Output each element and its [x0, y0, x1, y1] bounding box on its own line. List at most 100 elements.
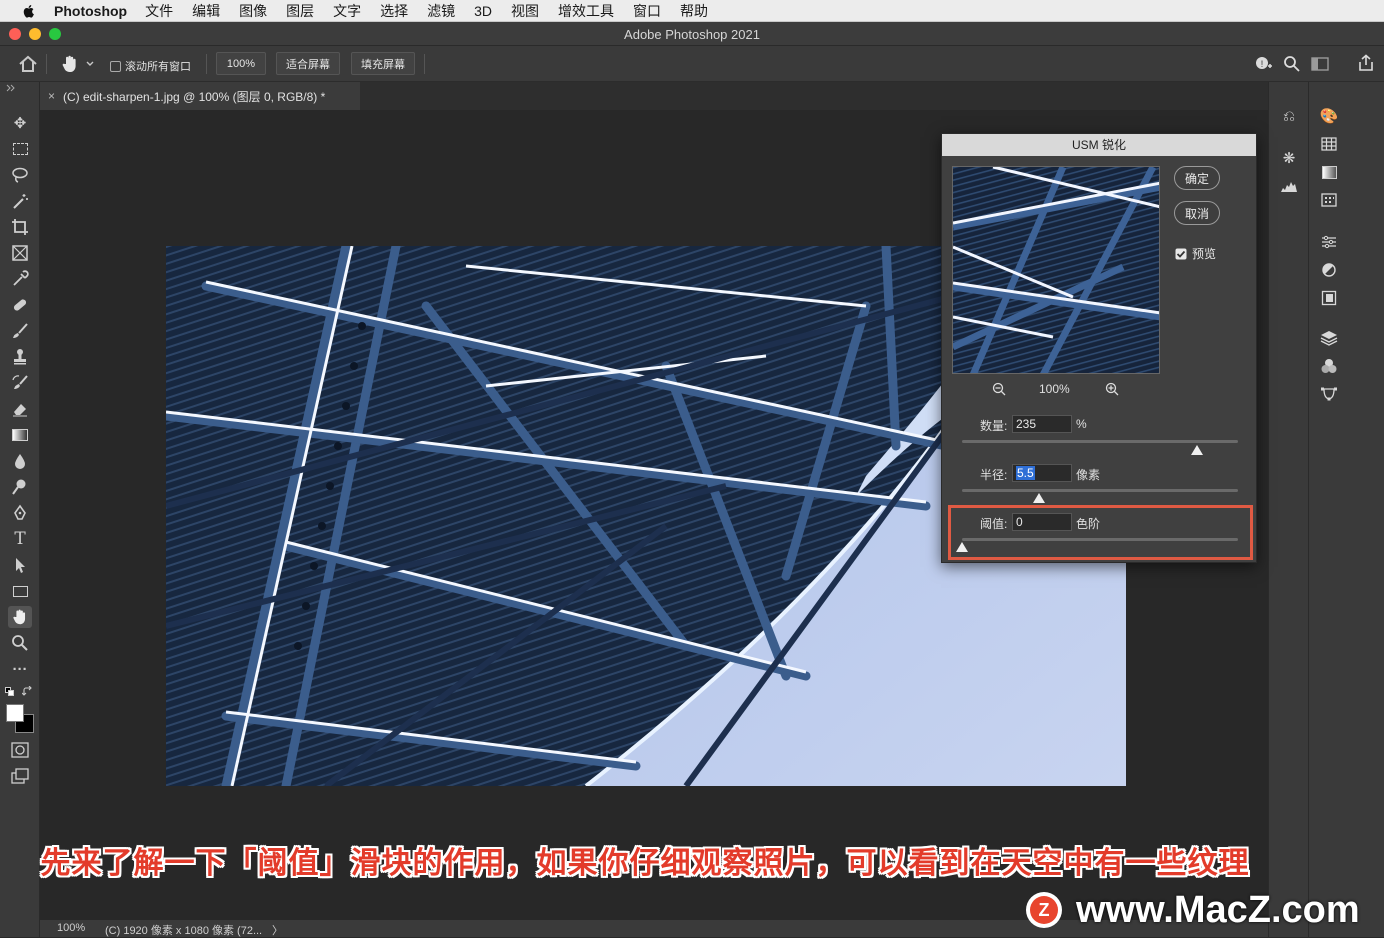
- radius-input-value: 5.5: [1016, 466, 1035, 480]
- scroll-all-windows-checkbox[interactable]: 滚动所有窗口: [110, 58, 191, 74]
- crop-tool-icon[interactable]: [8, 216, 32, 238]
- amount-unit: %: [1076, 417, 1087, 431]
- rectangle-tool-icon[interactable]: [8, 580, 32, 602]
- adjustments-panel-icon[interactable]: [1318, 260, 1340, 280]
- lasso-tool-icon[interactable]: [8, 164, 32, 186]
- menu-filter[interactable]: 滤镜: [427, 1, 455, 21]
- quick-mask-icon[interactable]: [11, 742, 29, 758]
- zoom-out-icon[interactable]: [992, 382, 1006, 396]
- foreground-color-swatch[interactable]: [6, 704, 24, 722]
- brush-settings-icon[interactable]: ❋: [1278, 148, 1300, 168]
- dialog-title: USM 锐化: [942, 134, 1256, 156]
- gradient-tool-icon[interactable]: [8, 424, 32, 446]
- swap-colors-icon[interactable]: [22, 686, 34, 698]
- marquee-tool-icon[interactable]: [8, 138, 32, 160]
- home-icon[interactable]: [18, 55, 38, 73]
- learn-icon[interactable]: !: [1254, 55, 1274, 73]
- amount-input[interactable]: 235: [1012, 415, 1072, 433]
- radius-slider-thumb[interactable]: [1033, 493, 1046, 503]
- menu-layer[interactable]: 图层: [286, 1, 314, 21]
- healing-brush-tool-icon[interactable]: [8, 294, 32, 316]
- amount-slider-track[interactable]: [962, 440, 1238, 443]
- fit-screen-button[interactable]: 适合屏幕: [276, 52, 340, 75]
- workspace-icon[interactable]: [1311, 56, 1331, 72]
- histogram-icon[interactable]: [1278, 176, 1300, 196]
- scroll-all-windows-label: 滚动所有窗口: [125, 61, 191, 73]
- menu-app-name[interactable]: Photoshop: [54, 3, 127, 19]
- menu-plugins[interactable]: 增效工具: [558, 1, 614, 21]
- move-tool-icon[interactable]: ✥: [8, 112, 32, 134]
- eyedropper-tool-icon[interactable]: [8, 268, 32, 290]
- frame-tool-icon[interactable]: [8, 242, 32, 264]
- preview-checkbox[interactable]: 预览: [1175, 245, 1216, 262]
- macz-logo-icon: Z: [1026, 892, 1062, 928]
- properties-panel-icon[interactable]: [1318, 232, 1340, 252]
- document-tab-bar: × (C) edit-sharpen-1.jpg @ 100% (图层 0, R…: [40, 82, 1268, 110]
- radius-label: 半径:: [980, 468, 1008, 482]
- dodge-tool-icon[interactable]: [8, 476, 32, 498]
- layers-panel-icon[interactable]: [1318, 328, 1340, 348]
- search-icon[interactable]: [1283, 55, 1301, 73]
- fill-screen-button[interactable]: 填充屏幕: [351, 52, 415, 75]
- magic-wand-tool-icon[interactable]: [8, 190, 32, 212]
- zoom-in-icon[interactable]: [1105, 382, 1119, 396]
- brush-tool-icon[interactable]: [8, 320, 32, 342]
- blur-tool-icon[interactable]: [8, 450, 32, 472]
- default-colors-icon[interactable]: [5, 687, 15, 697]
- menu-edit[interactable]: 编辑: [192, 1, 220, 21]
- divider: [46, 54, 47, 74]
- status-document-info: (C) 1920 像素 x 1080 像素 (72...: [105, 925, 263, 937]
- document-tab[interactable]: × (C) edit-sharpen-1.jpg @ 100% (图层 0, R…: [40, 82, 360, 110]
- macz-logo-letter: Z: [1030, 896, 1058, 924]
- eraser-tool-icon[interactable]: [8, 398, 32, 420]
- screen-mode-icon[interactable]: [11, 768, 29, 784]
- ok-button[interactable]: 确定: [1174, 166, 1220, 190]
- window-title: Adobe Photoshop 2021: [624, 27, 760, 42]
- divider: [424, 54, 425, 74]
- menu-file[interactable]: 文件: [145, 1, 173, 21]
- more-tools-icon[interactable]: ···: [8, 658, 32, 680]
- status-zoom[interactable]: 100%: [57, 922, 85, 934]
- channels-panel-icon[interactable]: [1318, 356, 1340, 376]
- amount-slider-thumb[interactable]: [1190, 445, 1203, 455]
- zoom-tool-icon[interactable]: [8, 632, 32, 654]
- history-brush-tool-icon[interactable]: [8, 372, 32, 394]
- menu-help[interactable]: 帮助: [680, 1, 708, 21]
- clone-stamp-tool-icon[interactable]: [8, 346, 32, 368]
- zoom-100-button[interactable]: 100%: [216, 52, 266, 75]
- menu-image[interactable]: 图像: [239, 1, 267, 21]
- patterns-panel-icon[interactable]: [1318, 190, 1340, 210]
- libraries-panel-icon[interactable]: [1318, 288, 1340, 308]
- menu-type[interactable]: 文字: [333, 1, 361, 21]
- unsharp-mask-dialog: USM 锐化 确定 取消 预览 100% 数量: 235 % 半径: 5.5 像…: [941, 133, 1257, 563]
- color-panel-icon[interactable]: 🎨: [1318, 106, 1340, 126]
- apple-icon[interactable]: [20, 3, 38, 19]
- status-info-arrow[interactable]: 〉: [272, 922, 283, 938]
- radius-input[interactable]: 5.5: [1012, 464, 1072, 482]
- type-tool-icon[interactable]: T: [8, 528, 32, 550]
- svg-text:!: !: [1261, 59, 1264, 69]
- menu-select[interactable]: 选择: [380, 1, 408, 21]
- menu-3d[interactable]: 3D: [474, 3, 492, 19]
- hand-tool-icon[interactable]: [8, 606, 32, 628]
- swatches-panel-icon[interactable]: [1318, 134, 1340, 154]
- checkbox-checked-icon[interactable]: [1175, 248, 1187, 260]
- chevron-down-icon[interactable]: [86, 61, 94, 67]
- paths-panel-icon[interactable]: [1318, 384, 1340, 404]
- menu-view[interactable]: 视图: [511, 1, 539, 21]
- preview-zoom-level: 100%: [1039, 382, 1070, 396]
- pen-tool-icon[interactable]: [8, 502, 32, 524]
- share-icon[interactable]: [1357, 54, 1375, 72]
- radius-slider-track[interactable]: [962, 489, 1238, 492]
- hand-tool-icon[interactable]: [60, 54, 80, 74]
- amount-label: 数量:: [980, 419, 1008, 433]
- cancel-button[interactable]: 取消: [1174, 201, 1220, 225]
- checkbox-box[interactable]: [110, 60, 121, 72]
- close-tab-icon[interactable]: ×: [48, 89, 55, 103]
- collapse-panel-icon[interactable]: [6, 84, 16, 92]
- menu-window[interactable]: 窗口: [633, 1, 661, 21]
- dialog-preview-image[interactable]: [952, 166, 1160, 374]
- gradients-panel-icon[interactable]: [1318, 162, 1340, 182]
- history-panel-icon[interactable]: ⎌: [1278, 106, 1300, 126]
- path-selection-tool-icon[interactable]: [8, 554, 32, 576]
